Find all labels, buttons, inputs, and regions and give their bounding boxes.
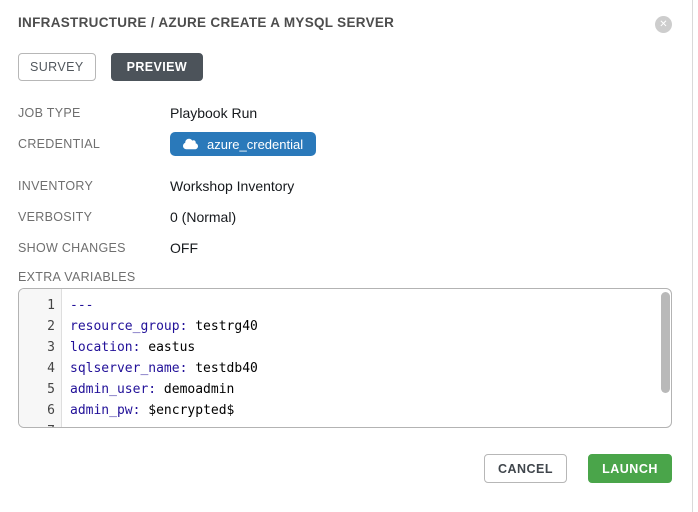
code-line: 2 resource_group: testrg40 <box>19 316 671 337</box>
line-number: 5 <box>19 379 62 400</box>
field-label: CREDENTIAL <box>18 137 170 151</box>
line-number: 3 <box>19 337 62 358</box>
code-line: 4 sqlserver_name: testdb40 <box>19 358 671 379</box>
field-label: JOB TYPE <box>18 106 170 120</box>
code-line: 3 location: eastus <box>19 337 671 358</box>
launch-button[interactable]: LAUNCH <box>588 454 672 483</box>
field-label: SHOW CHANGES <box>18 241 170 255</box>
show-changes-row: SHOW CHANGES OFF <box>18 239 198 257</box>
code-line: 5 admin_user: demoadmin <box>19 379 671 400</box>
code-text: sqlserver_name: testdb40 <box>62 358 258 379</box>
editor-code: 1 --- 2 resource_group: testrg40 3 locat… <box>19 295 671 428</box>
line-number: 1 <box>19 295 62 316</box>
code-text: admin_user: demoadmin <box>62 379 234 400</box>
code-text: admin_pw: $encrypted$ <box>62 400 234 421</box>
inventory-row: INVENTORY Workshop Inventory <box>18 177 294 195</box>
launch-preview-modal: INFRASTRUCTURE / AZURE CREATE A MYSQL SE… <box>0 0 698 512</box>
line-number: 7 <box>19 421 62 428</box>
page-title: INFRASTRUCTURE / AZURE CREATE A MYSQL SE… <box>18 15 394 30</box>
field-value: 0 (Normal) <box>170 209 236 225</box>
field-label: VERBOSITY <box>18 210 170 224</box>
extra-variables-editor[interactable]: 1 --- 2 resource_group: testrg40 3 locat… <box>18 288 672 428</box>
code-line: 6 admin_pw: $encrypted$ <box>19 400 671 421</box>
code-text: resource_group: testrg40 <box>62 316 258 337</box>
credential-badge-label: azure_credential <box>207 137 303 152</box>
verbosity-row: VERBOSITY 0 (Normal) <box>18 208 236 226</box>
close-button[interactable]: ✕ <box>655 16 672 33</box>
field-value: Workshop Inventory <box>170 178 294 194</box>
field-value: OFF <box>170 240 198 256</box>
line-number: 4 <box>19 358 62 379</box>
cancel-button[interactable]: CANCEL <box>484 454 567 483</box>
field-value: Playbook Run <box>170 105 257 121</box>
code-text: --- <box>62 295 93 316</box>
tab-survey[interactable]: SURVEY <box>18 53 96 81</box>
code-line: 7 <box>19 421 671 428</box>
editor-scrollbar-thumb[interactable] <box>661 292 670 393</box>
credential-badge: azure_credential <box>170 132 316 156</box>
close-icon: ✕ <box>659 20 667 30</box>
tab-preview[interactable]: PREVIEW <box>111 53 203 81</box>
field-label: INVENTORY <box>18 179 170 193</box>
cloud-icon <box>183 138 198 150</box>
code-text: location: eastus <box>62 337 195 358</box>
code-line: 1 --- <box>19 295 671 316</box>
job-type-row: JOB TYPE Playbook Run <box>18 104 257 122</box>
extra-variables-label: EXTRA VARIABLES <box>18 270 136 284</box>
tab-bar: SURVEY PREVIEW <box>18 53 203 81</box>
page-edge-divider <box>692 0 693 512</box>
line-number: 2 <box>19 316 62 337</box>
code-text <box>62 421 70 428</box>
line-number: 6 <box>19 400 62 421</box>
credential-row: CREDENTIAL azure_credential <box>18 131 316 157</box>
